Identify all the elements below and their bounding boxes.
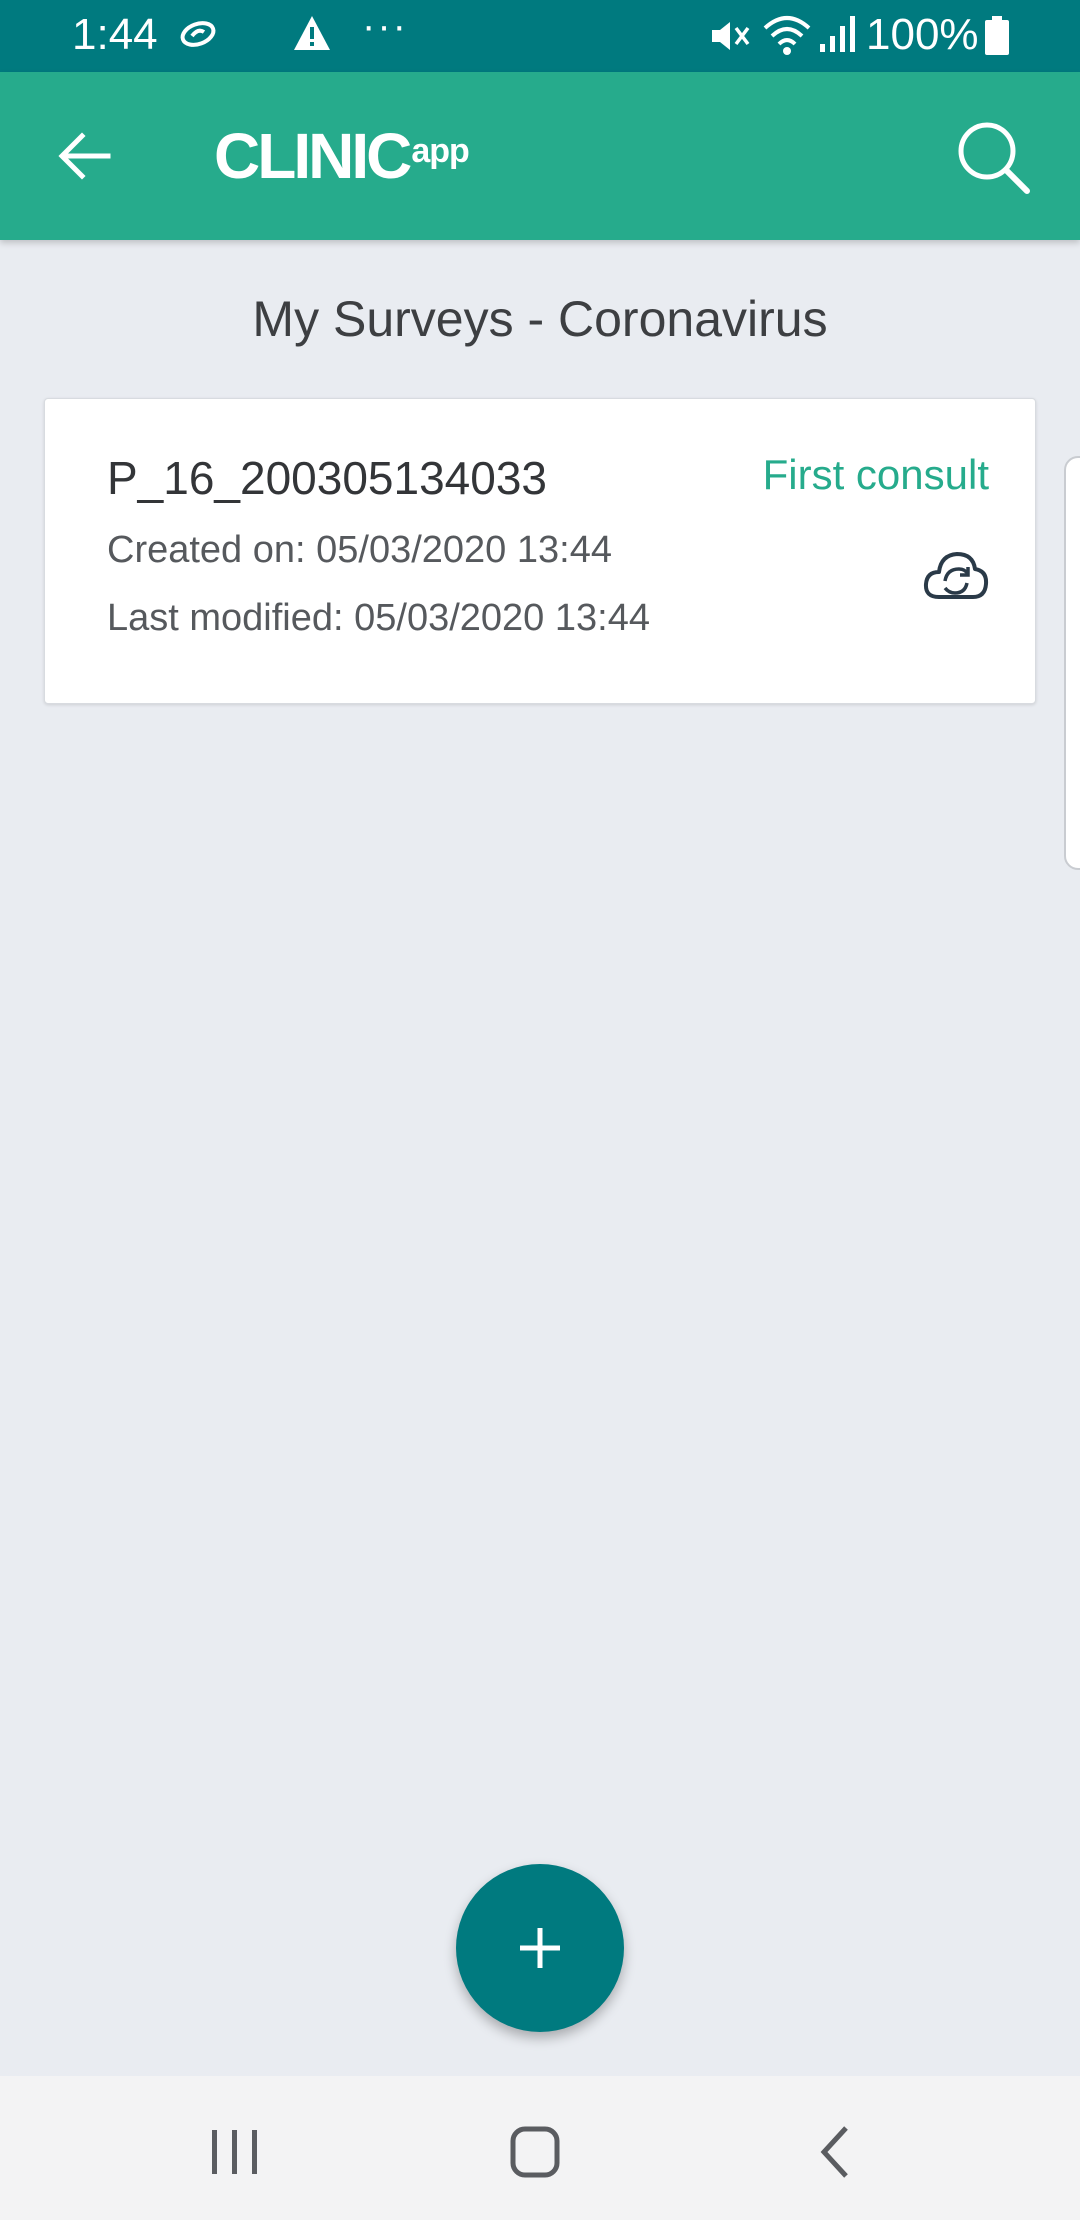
app-logo: CLINIC app <box>214 116 470 196</box>
warning-icon <box>292 14 332 57</box>
nav-back-button[interactable] <box>806 2120 866 2184</box>
survey-card[interactable]: P_16_200305134033 First consult Created … <box>44 398 1036 704</box>
edge-panel-handle[interactable] <box>1064 456 1080 870</box>
app-notification-icon <box>178 16 218 57</box>
logo-main-text: CLINIC <box>214 120 412 192</box>
battery-icon <box>984 16 1010 61</box>
search-button[interactable] <box>948 112 1038 202</box>
back-button[interactable] <box>44 120 124 192</box>
add-survey-button[interactable] <box>456 1864 624 2032</box>
status-bar: 1:44 ··· 100% <box>0 0 1080 72</box>
cloud-sync-icon <box>923 547 989 603</box>
survey-id: P_16_200305134033 <box>107 452 548 504</box>
recents-icon <box>212 2130 257 2174</box>
home-button[interactable] <box>500 2122 570 2182</box>
plus-icon <box>520 1928 560 1968</box>
home-icon <box>510 2126 560 2178</box>
survey-modified-date: Last modified: 05/03/2020 13:44 <box>107 597 650 639</box>
survey-status: First consult <box>762 451 989 498</box>
recents-button[interactable] <box>200 2124 270 2180</box>
page-title: My Surveys - Coronavirus <box>252 291 828 347</box>
status-time: 1:44 <box>72 10 158 59</box>
wifi-icon <box>762 14 812 61</box>
system-nav-bar <box>0 2076 1080 2220</box>
mute-icon <box>708 16 750 61</box>
signal-icon <box>818 14 858 59</box>
search-icon <box>958 122 1030 194</box>
status-more: ··· <box>362 4 408 48</box>
survey-created-date: Created on: 05/03/2020 13:44 <box>107 529 612 571</box>
battery-percentage: 100% <box>866 10 979 59</box>
arrow-left-icon <box>58 132 111 180</box>
app-bar: CLINIC app <box>0 72 1080 240</box>
screen: 1:44 ··· 100% CLINIC app My Surveys - Co… <box>0 0 1080 2220</box>
logo-sub-text: app <box>411 131 469 170</box>
back-icon <box>820 2126 848 2178</box>
